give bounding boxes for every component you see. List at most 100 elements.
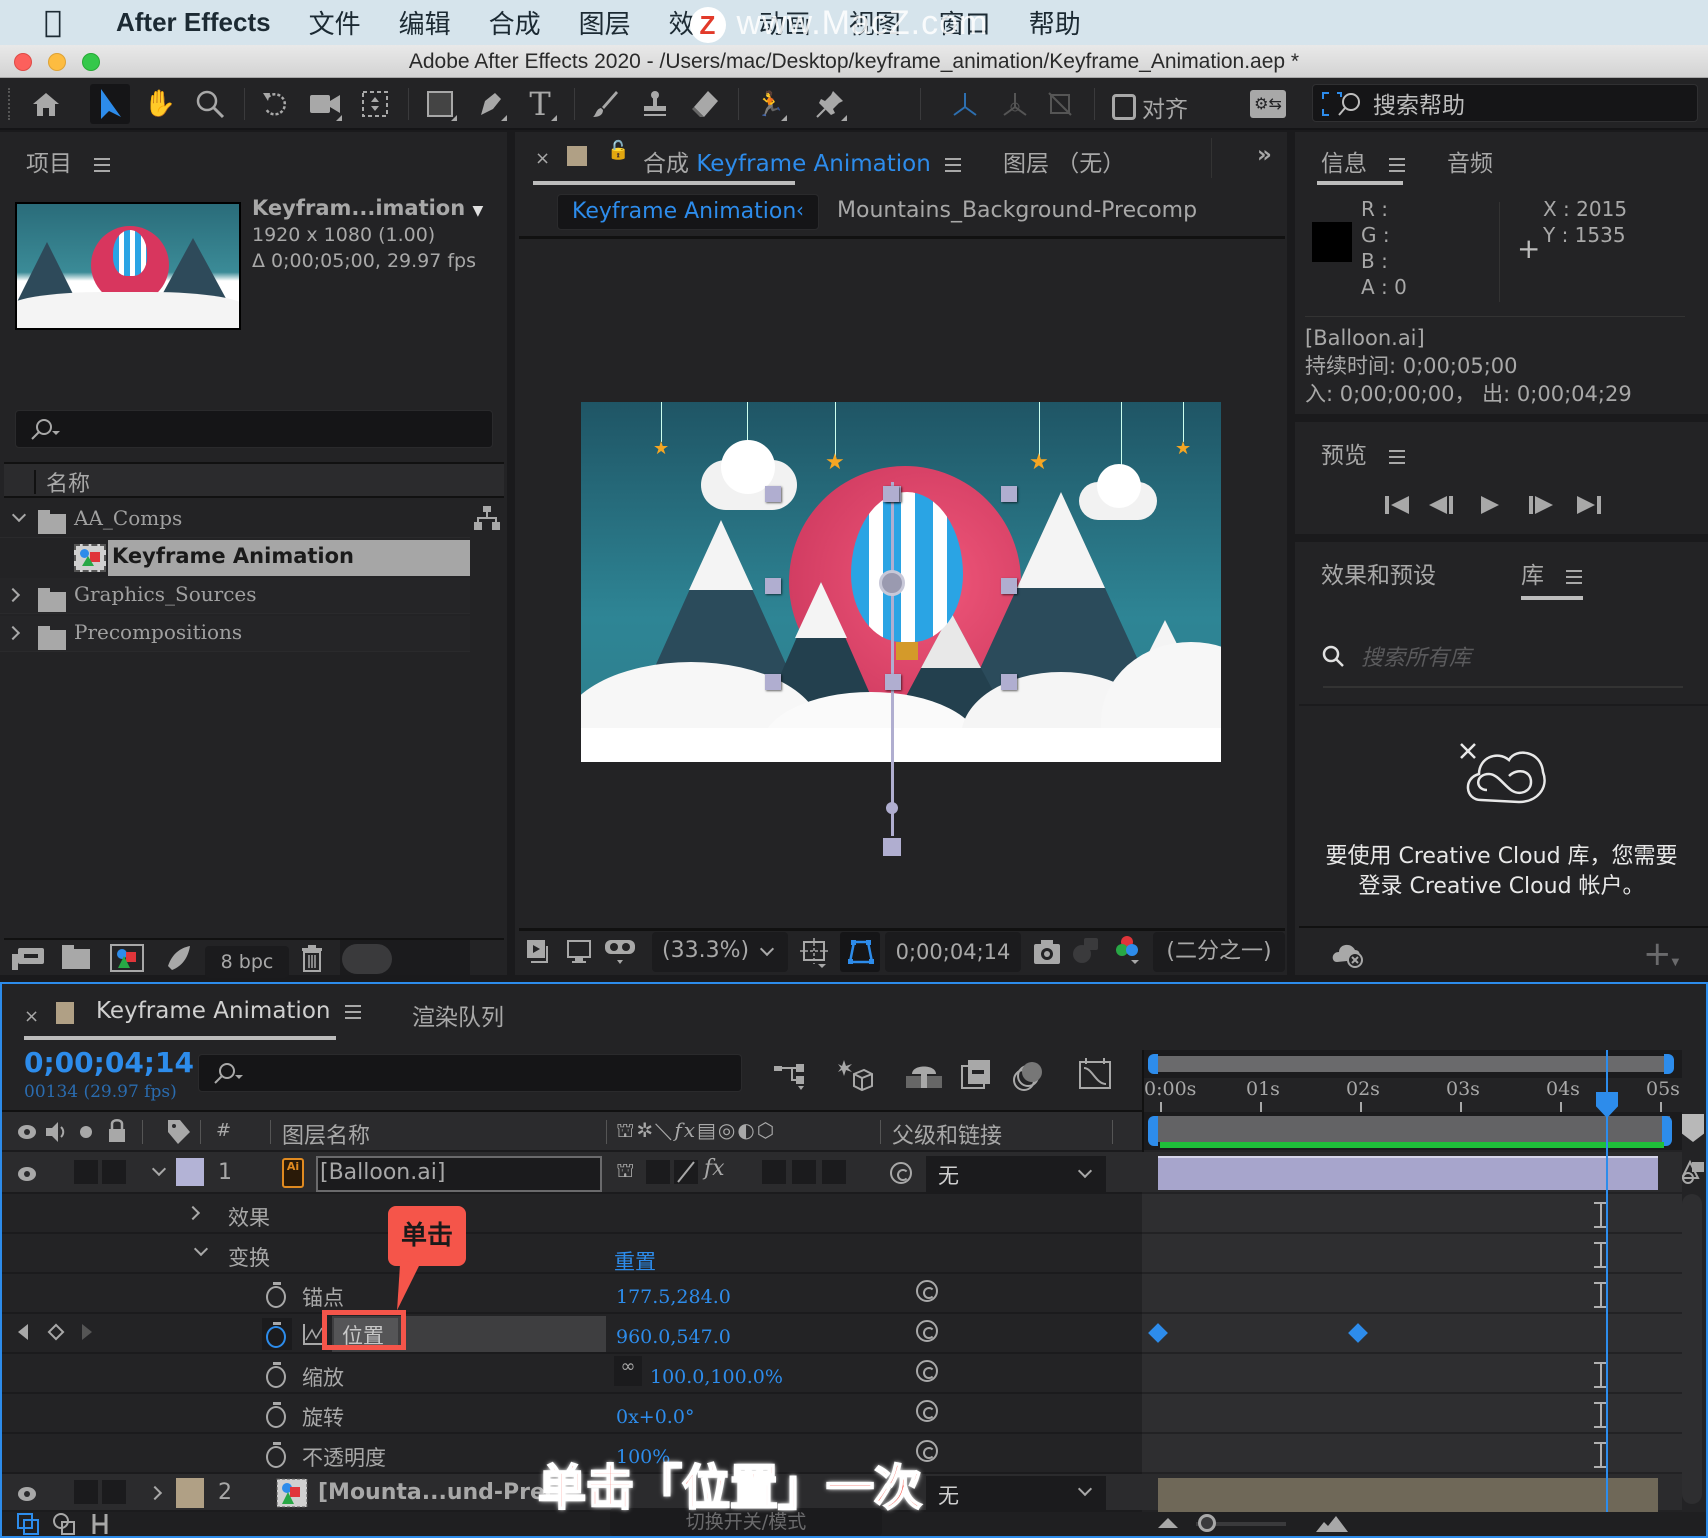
resolution-dropdown[interactable]: (二分之一) [1153, 932, 1285, 972]
monitor-button[interactable] [565, 938, 593, 972]
composition-mini-flowchart-button[interactable] [774, 1060, 808, 1096]
menu-app-name[interactable]: After Effects [116, 7, 271, 38]
pan-behind-tool[interactable] [355, 84, 395, 124]
draft-3d-button[interactable] [838, 1058, 874, 1098]
menu-help[interactable]: 帮助 [1029, 4, 1081, 41]
navigator-bar[interactable] [1154, 1056, 1670, 1072]
previous-keyframe-button[interactable] [18, 1324, 28, 1340]
apple-icon[interactable]:  [44, 7, 86, 38]
layer-label-color[interactable] [176, 1158, 204, 1186]
layer-visibility-eye-icon[interactable] [16, 1164, 38, 1184]
transform-handle[interactable] [765, 674, 781, 690]
effects-switch-icon[interactable]: fx [704, 1156, 725, 1181]
channel-button[interactable] [1113, 934, 1143, 974]
comp-viewer-tab[interactable]: 合成 Keyframe Animation [643, 144, 962, 178]
navigator-start-handle[interactable] [1148, 1054, 1158, 1074]
property-row-position[interactable]: 位置 960.0,547.0 [2, 1314, 1142, 1354]
timeline-current-time[interactable]: 0;00;04;14 [24, 1046, 194, 1079]
show-snapshot-button[interactable] [1070, 936, 1100, 972]
minimize-window-button[interactable] [48, 53, 66, 71]
snapping-toggle[interactable]: 对齐 [1112, 90, 1188, 124]
render-button[interactable] [162, 944, 192, 978]
current-time-display[interactable]: 0;00;04;14 [885, 932, 1021, 972]
column-layer-name-header[interactable]: 图层名称 [282, 1118, 370, 1150]
graph-toggle-icon[interactable] [302, 1322, 324, 1346]
constrain-proportions-link-icon[interactable]: ∞ [614, 1356, 642, 1386]
stopwatch-icon[interactable] [266, 1282, 286, 1308]
parent-dropdown[interactable]: 无 [926, 1476, 1106, 1510]
collapse-chevron-icon[interactable] [193, 1241, 209, 1257]
brush-tool[interactable] [585, 84, 625, 124]
layer-search-input[interactable] [198, 1054, 742, 1092]
stopwatch-icon[interactable] [266, 1442, 286, 1468]
quality-switch[interactable] [674, 1160, 698, 1184]
expression-pickwhip-icon[interactable] [916, 1320, 938, 1342]
breadcrumb-active[interactable]: Keyframe Animation ‹ [557, 194, 819, 230]
shy-layers-button[interactable] [906, 1060, 942, 1096]
solo-icon[interactable] [80, 1126, 92, 1138]
column-name-header[interactable]: 名称 [46, 466, 90, 498]
expand-chevron-icon[interactable] [11, 507, 27, 523]
panel-menu-icon[interactable] [1565, 569, 1582, 584]
expand-chevron-icon[interactable] [185, 1205, 201, 1221]
puppet-pin-tool[interactable] [810, 84, 850, 124]
library-search-input[interactable]: 搜索所有库 [1361, 640, 1471, 672]
pickwhip-icon[interactable] [890, 1162, 912, 1184]
transfer-controls-icon[interactable] [52, 1512, 76, 1536]
vr-view-button[interactable] [603, 936, 637, 972]
expression-pickwhip-icon[interactable] [916, 1360, 938, 1382]
project-item-precompositions[interactable]: Precompositions [0, 616, 470, 652]
solo-switch[interactable] [74, 1160, 98, 1184]
stopwatch-icon[interactable] [266, 1402, 286, 1428]
solo-switch[interactable] [74, 1480, 98, 1504]
property-value[interactable]: 177.5,284.0 [616, 1286, 731, 1308]
effects-group-row[interactable]: 效果 [2, 1194, 1142, 1234]
stopwatch-active[interactable] [262, 1318, 292, 1350]
next-keyframe-button[interactable] [82, 1324, 92, 1340]
selection-tool[interactable] [90, 84, 130, 124]
lock-switch[interactable] [102, 1480, 126, 1504]
transform-handle[interactable] [1001, 674, 1017, 690]
property-value[interactable]: 100.0,100.0% [650, 1366, 783, 1388]
home-button[interactable] [26, 84, 66, 124]
always-preview-button[interactable] [525, 938, 553, 972]
playhead-line[interactable] [1606, 1050, 1608, 1512]
zoom-window-button[interactable] [82, 53, 100, 71]
zoom-level-dropdown[interactable]: (33.3%) [652, 932, 788, 972]
expand-chevron-icon[interactable] [5, 625, 21, 641]
graph-editor-button[interactable] [1078, 1056, 1112, 1096]
frame-blend-switch[interactable] [762, 1160, 786, 1184]
menu-layer[interactable]: 图层 [579, 4, 631, 41]
timeline-comp-tab[interactable]: Keyframe Animation [96, 998, 362, 1024]
comp-button-icon[interactable] [1678, 1156, 1706, 1186]
view-axis-mode[interactable] [1040, 84, 1080, 124]
last-frame-button[interactable] [1577, 496, 1601, 514]
roto-brush-tool[interactable]: 🏃 [750, 84, 790, 124]
camera-tool[interactable] [305, 84, 345, 124]
previous-frame-button[interactable] [1429, 496, 1453, 514]
panel-menu-icon[interactable] [1388, 157, 1405, 172]
audio-speaker-icon[interactable] [44, 1120, 68, 1144]
grid-guides-button[interactable] [800, 938, 830, 974]
project-item-aa-comps[interactable]: AA_Comps [0, 502, 470, 538]
layer-duration-bar[interactable] [1158, 1156, 1658, 1190]
stopwatch-icon[interactable] [266, 1362, 286, 1388]
panel-menu-icon[interactable] [93, 157, 110, 172]
expand-layer-chevron-icon[interactable] [147, 1485, 163, 1501]
lock-icon[interactable]: 🔓 [607, 140, 629, 161]
work-area-navigator[interactable] [1144, 1050, 1682, 1078]
motion-blur-button[interactable] [1012, 1058, 1046, 1098]
new-folder-button[interactable] [62, 945, 90, 971]
world-axis-mode[interactable] [995, 84, 1035, 124]
expand-chevron-icon[interactable] [5, 587, 21, 603]
in-out-stretch-icon[interactable] [88, 1512, 112, 1536]
video-eye-icon[interactable] [16, 1122, 38, 1142]
menu-edit[interactable]: 编辑 [399, 4, 451, 41]
panel-menu-icon[interactable] [345, 1004, 362, 1019]
transform-handle[interactable] [765, 578, 781, 594]
project-tab[interactable]: 项目 [26, 144, 110, 178]
frame-blending-button[interactable] [960, 1058, 992, 1096]
work-area-bar[interactable] [1144, 1112, 1682, 1150]
hand-tool[interactable]: ✋ [140, 84, 180, 124]
close-comp-tab-icon[interactable]: × [535, 148, 550, 169]
